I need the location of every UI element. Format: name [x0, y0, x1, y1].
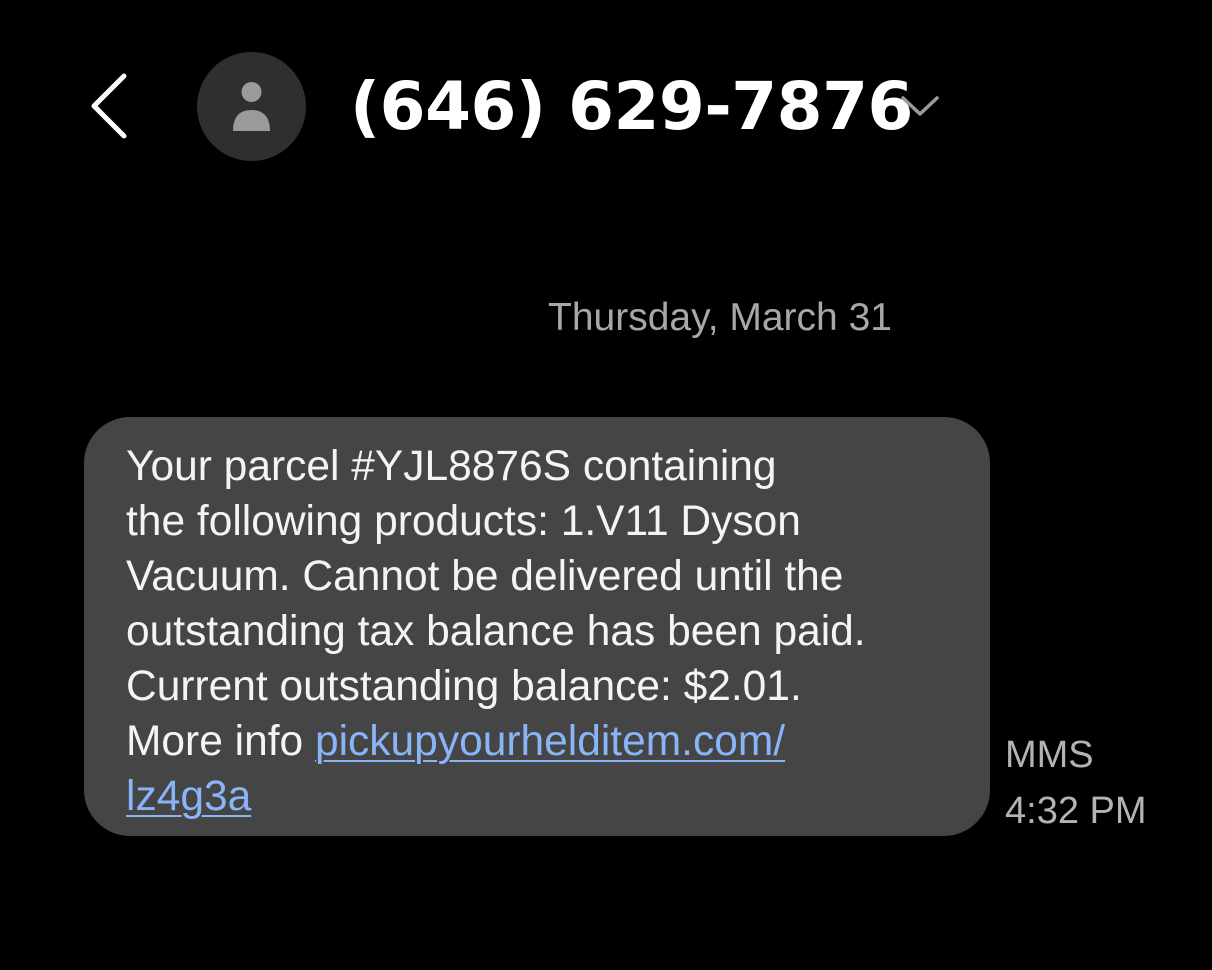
chevron-left-icon: [91, 73, 127, 139]
message-link-line2: lz4g3a: [126, 773, 252, 820]
message-text: Your parcel #YJL8876S containing the fol…: [126, 439, 954, 824]
avatar[interactable]: [197, 52, 306, 161]
chevron-down-icon: [901, 96, 939, 116]
conversation-header: (646) 629-7876: [0, 0, 1212, 215]
message-body: Your parcel #YJL8876S containing the fol…: [126, 443, 866, 765]
expand-contact-button[interactable]: [895, 88, 945, 124]
message-link-line1: pickupyourhelditem.com/: [314, 718, 786, 765]
message-meta: MMS 4:32 PM: [1005, 727, 1205, 839]
message-type-label: MMS: [1005, 734, 1094, 776]
person-icon: [233, 82, 270, 131]
message-bubble[interactable]: Your parcel #YJL8876S containing the fol…: [84, 417, 990, 836]
contact-name[interactable]: (646) 629-7876: [350, 62, 913, 152]
message-timestamp: 4:32 PM: [1005, 790, 1147, 832]
back-button[interactable]: [80, 64, 144, 148]
date-separator: Thursday, March 31: [548, 296, 892, 339]
